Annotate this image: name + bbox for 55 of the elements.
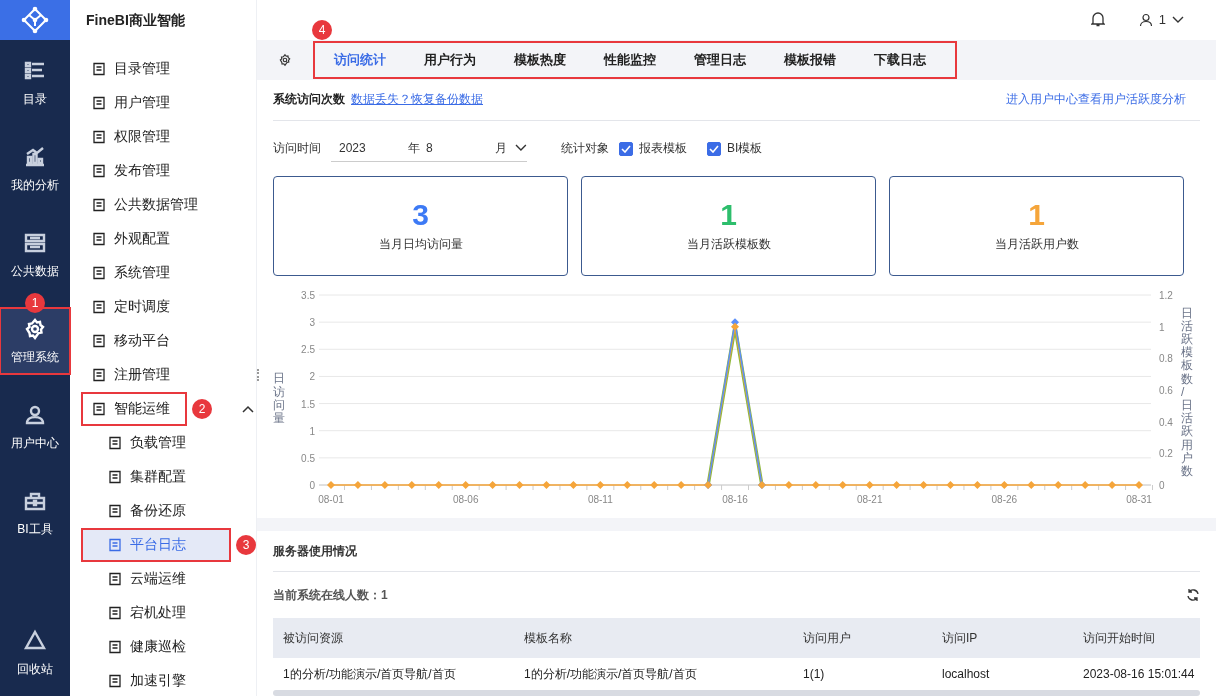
- online-count-label: 当前系统在线人数：1: [273, 586, 388, 604]
- table-cell: 1的分析/功能演示/首页导航/首页: [273, 658, 514, 690]
- column-header: 访问开始时间: [1073, 618, 1200, 658]
- tick-label: 1.5: [301, 398, 315, 410]
- stat-label: 当月日均访问量: [378, 236, 463, 254]
- column-header: 访问IP: [932, 618, 1073, 658]
- tick-label: 0.2: [1159, 448, 1173, 459]
- year-unit: 年: [408, 139, 421, 157]
- year-value: 2023: [338, 141, 367, 156]
- tick-label: 1.2: [1159, 289, 1173, 301]
- table-cell: 2023-08-16 15:01:44: [1073, 658, 1200, 690]
- app-title: FineBI商业智能: [85, 11, 186, 30]
- tick-label: 0.8: [1159, 353, 1173, 364]
- section-title: 系统访问次数: [273, 91, 345, 109]
- callout-badge: 2: [192, 399, 212, 419]
- tick-label: 08-06: [452, 493, 479, 505]
- tick-label: 0.5: [301, 452, 315, 464]
- tick-label: 3: [309, 316, 315, 328]
- tick-label: 08-31: [1126, 493, 1152, 505]
- stat-value: 3: [412, 198, 429, 233]
- callout-badge: 1: [25, 293, 45, 313]
- column-header: 访问用户: [793, 618, 932, 658]
- tick-label: 08-21: [856, 493, 883, 505]
- tick-label: 08-11: [587, 493, 613, 505]
- tick-label: 08-16: [722, 493, 748, 505]
- stat-label: 当月活跃模板数: [686, 236, 771, 254]
- month-value: 8: [425, 141, 434, 156]
- tick-label: 2: [309, 371, 315, 383]
- filter-label: 访问时间: [273, 140, 321, 158]
- tick-label: 0: [1159, 479, 1165, 491]
- tick-label: 0.6: [1159, 384, 1173, 396]
- filter-label: 统计对象: [561, 140, 609, 158]
- section-title: 服务器使用情况: [273, 531, 1200, 572]
- tick-label: 08-26: [991, 493, 1018, 505]
- callout-badge: 3: [236, 535, 256, 555]
- tick-label: 3.5: [301, 289, 315, 301]
- checkbox-label: BI模板: [727, 140, 763, 158]
- table-cell: 1(1): [793, 658, 932, 690]
- column-header: 被访问资源: [273, 618, 514, 658]
- table-cell: localhost: [932, 658, 1073, 690]
- stat-label: 当月活跃用户数: [994, 236, 1079, 254]
- tick-label: 1: [1159, 321, 1165, 333]
- tick-label: 0.4: [1159, 416, 1173, 428]
- axis-title: 日活跃模板数 / 日活跃用户数: [1181, 306, 1193, 479]
- stat-value: 1: [720, 198, 737, 233]
- tick-label: 2.5: [301, 343, 315, 355]
- checkbox-label: 报表模板: [639, 140, 687, 158]
- tick-label: 1: [309, 425, 315, 437]
- stat-value: 1: [1028, 198, 1045, 233]
- column-header: 模板名称: [514, 618, 793, 658]
- tick-label: 08-01: [318, 493, 344, 505]
- tick-label: 0: [309, 479, 315, 491]
- month-unit: 月: [495, 139, 508, 157]
- axis-title: 日访问量: [273, 372, 285, 426]
- table-cell: 1的分析/功能演示/首页导航/首页: [514, 658, 793, 690]
